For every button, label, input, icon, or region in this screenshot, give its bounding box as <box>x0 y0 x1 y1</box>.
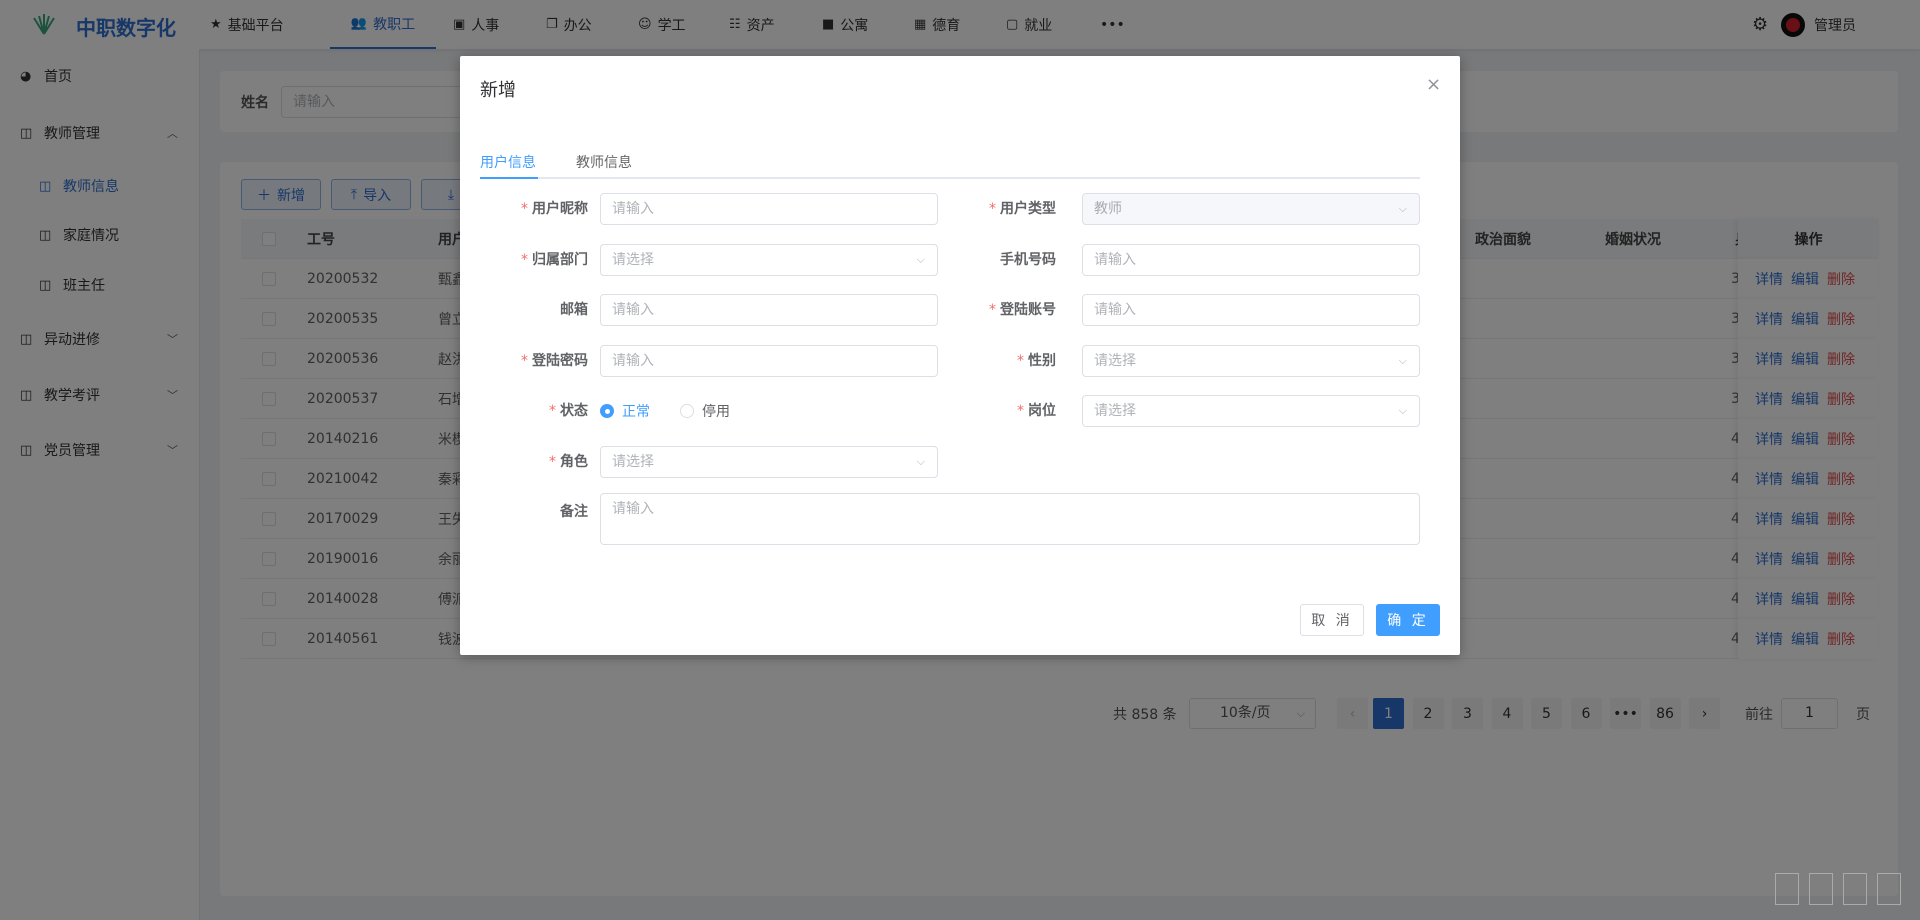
password-input[interactable]: 请输入 <box>600 344 938 377</box>
phone-input[interactable]: 请输入 <box>1082 243 1420 276</box>
tool-box-icon[interactable] <box>1877 873 1901 905</box>
chevron-down-icon: ⌵ <box>1398 353 1407 367</box>
radio-disabled[interactable] <box>680 404 694 418</box>
gender-select[interactable]: 请选择 ⌵ <box>1082 344 1420 377</box>
chevron-down-icon: ⌵ <box>1398 202 1407 215</box>
tool-box-icon[interactable] <box>1775 873 1799 905</box>
user_type-select[interactable]: 教师 ⌵ <box>1082 193 1420 225</box>
radio-normal[interactable] <box>600 404 614 418</box>
dialog-title: 新增 <box>480 80 516 101</box>
role-select[interactable]: 请选择 ⌵ <box>600 445 938 478</box>
remark-textarea[interactable]: 请输入 <box>600 493 1420 545</box>
confirm-button[interactable]: 确 定 <box>1376 604 1440 636</box>
chevron-down-icon: ⌵ <box>1398 404 1407 417</box>
remark-label: 备注 <box>560 504 588 520</box>
chevron-down-icon: ⌵ <box>916 454 925 468</box>
account-label: * 登陆账号 <box>989 302 1056 318</box>
gender-label: * 性别 <box>1017 352 1056 369</box>
role-label: * 角色 <box>549 453 588 470</box>
tab-user-info[interactable]: 用户信息 <box>480 152 536 172</box>
password-label: * 登陆密码 <box>521 352 588 369</box>
dept-select[interactable]: 请选择 ⌵ <box>600 243 938 276</box>
email-label: 邮箱 <box>560 302 588 318</box>
post-label: * 岗位 <box>1017 403 1056 419</box>
nickname-input[interactable]: 请输入 <box>600 193 938 225</box>
dept-label: * 归属部门 <box>521 251 588 268</box>
chevron-down-icon: ⌵ <box>916 252 925 266</box>
tool-box-icon[interactable] <box>1809 873 1833 905</box>
floating-toolbar <box>1775 873 1901 905</box>
status-label: * 状态 <box>549 403 588 419</box>
close-icon[interactable]: × <box>1426 74 1441 95</box>
post-select[interactable]: 请选择 ⌵ <box>1082 395 1420 427</box>
user_type-label: * 用户类型 <box>989 201 1056 217</box>
cancel-button[interactable]: 取 消 <box>1300 604 1364 636</box>
tool-box-icon[interactable] <box>1843 873 1867 905</box>
email-input[interactable]: 请输入 <box>600 294 938 326</box>
status-radio-group: 正常 停用 <box>600 395 730 427</box>
account-input[interactable]: 请输入 <box>1082 294 1420 326</box>
active-tab-indicator <box>480 177 538 179</box>
tab-divider <box>480 177 1420 179</box>
phone-label: 手机号码 <box>1000 251 1056 268</box>
add-dialog: 新增 × 用户信息 教师信息 * 用户昵称 请输入 * 用户类型 教师 ⌵ * 归属部门 请选择 ⌵… <box>460 56 1460 655</box>
nickname-label: * 用户昵称 <box>521 201 588 217</box>
tab-teacher-info[interactable]: 教师信息 <box>576 152 632 172</box>
